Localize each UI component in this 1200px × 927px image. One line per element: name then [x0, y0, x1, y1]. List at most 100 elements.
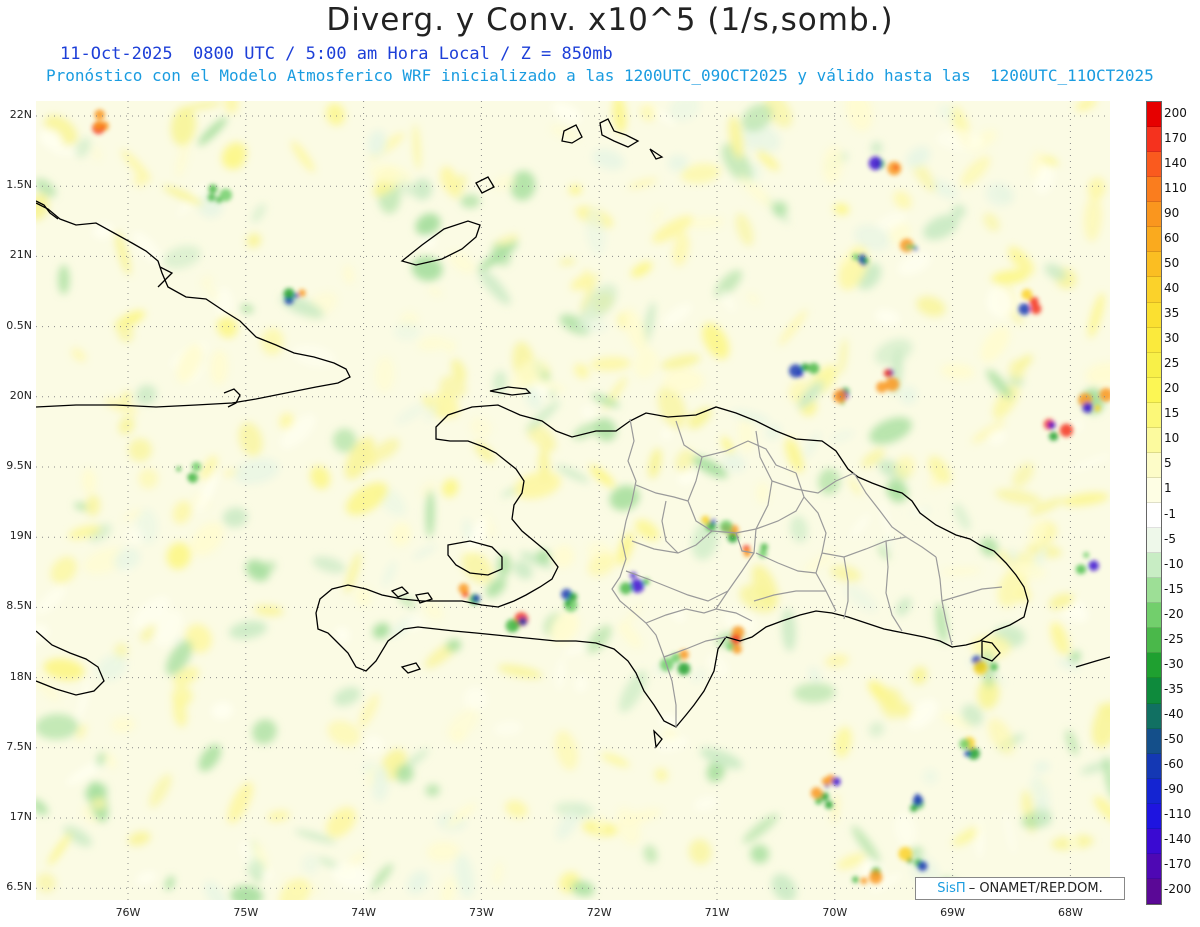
longitude-label: 69W	[940, 906, 966, 919]
latitude-label: 8.5N	[6, 599, 32, 613]
colorbar-label: -60	[1164, 757, 1184, 772]
chart-title: Diverg. y Conv. x10^5 (1/s,somb.)	[326, 2, 894, 38]
colorbar-swatch	[1147, 828, 1161, 854]
latitude-label: 18N	[9, 669, 32, 683]
puerto-rico-coast	[1075, 656, 1110, 668]
mayaguana	[475, 176, 495, 194]
colorbar-label: 200	[1164, 105, 1187, 120]
colorbar-swatch	[1147, 753, 1161, 779]
colorbar-label: -50	[1164, 732, 1184, 747]
colorbar-swatch	[1147, 728, 1161, 754]
colorbar-label: -40	[1164, 707, 1184, 722]
cuba-inlet	[157, 266, 174, 288]
longitude-label: 68W	[1057, 906, 1083, 919]
colorbar-label: 30	[1164, 331, 1180, 346]
colorbar-label: 15	[1164, 406, 1180, 421]
colorbar-label: 170	[1164, 130, 1187, 145]
caicos-3	[649, 148, 664, 160]
latitude-label: 1.5N	[6, 178, 32, 192]
colorbar-label: 50	[1164, 255, 1180, 270]
colorbar-swatch	[1147, 277, 1161, 303]
longitude-label: 73W	[468, 906, 494, 919]
colorbar-label: 1	[1164, 481, 1172, 496]
colorbar-label: -15	[1164, 581, 1184, 596]
onamet-credit-text: – ONAMET/REP.DOM.	[968, 881, 1103, 896]
colorbar-swatch	[1147, 402, 1161, 428]
divergence-field	[36, 101, 1110, 900]
latitude-label: 17N	[9, 810, 32, 823]
colorbar-swatch	[1147, 327, 1161, 353]
longitude-label: 75W	[233, 906, 259, 919]
latitude-label: 19N	[9, 529, 32, 543]
cayes-islet-2	[390, 586, 410, 598]
colorbar-label: 110	[1164, 180, 1187, 195]
credit-box: SisΠ – ONAMET/REP.DOM.	[915, 877, 1125, 900]
colorbar-label: 10	[1164, 431, 1180, 446]
colorbar-swatch	[1147, 127, 1161, 153]
latitude-label: 9.5N	[6, 459, 32, 472]
colorbar-swatch	[1147, 853, 1161, 879]
colorbar-label: -170	[1164, 857, 1192, 872]
colorbar-swatch	[1147, 653, 1161, 679]
colorbar-swatch	[1147, 603, 1161, 629]
forecast-map	[36, 101, 1110, 900]
colorbar-swatch	[1147, 553, 1161, 579]
latitude-label: 7.5N	[6, 739, 32, 753]
longitude-label: 74W	[351, 906, 377, 919]
colorbar-swatch	[1147, 678, 1161, 704]
longitude-label: 76W	[115, 906, 141, 919]
colorbar-swatch	[1147, 177, 1161, 203]
colorbar-label: -30	[1164, 656, 1184, 671]
colorbar-label: 140	[1164, 155, 1187, 170]
valid-time-subtitle: 11-Oct-2025 0800 UTC / 5:00 am Hora Loca…	[60, 44, 613, 64]
colorbar-swatch	[1147, 152, 1161, 178]
colorbar-swatch	[1147, 102, 1161, 128]
colorbar-label: 90	[1164, 205, 1180, 220]
colorbar-swatch	[1147, 227, 1161, 253]
colorbar-swatch	[1147, 528, 1161, 554]
colorbar	[1146, 101, 1162, 905]
latitude-label: 6.5N	[6, 880, 32, 894]
colorbar-swatch	[1147, 452, 1161, 478]
model-description-subtitle: Pronóstico con el Modelo Atmosferico WRF…	[46, 66, 1154, 85]
colorbar-swatch	[1147, 477, 1161, 503]
colorbar-swatch	[1147, 628, 1161, 654]
colorbar-swatch	[1147, 302, 1161, 328]
colorbar-swatch	[1147, 578, 1161, 604]
colorbar-label: 5	[1164, 456, 1172, 471]
colorbar-label: -20	[1164, 606, 1184, 621]
longitude-label: 72W	[586, 906, 612, 919]
colorbar-label: 20	[1164, 381, 1180, 396]
latitude-label: 20N	[9, 388, 32, 402]
colorbar-label: -25	[1164, 631, 1184, 646]
colorbar-swatch	[1147, 352, 1161, 378]
colorbar-swatch	[1147, 252, 1161, 278]
colorbar-swatch	[1147, 778, 1161, 804]
colorbar-label: -5	[1164, 531, 1176, 546]
colorbar-label: -140	[1164, 832, 1192, 847]
colorbar-label: -90	[1164, 782, 1184, 797]
colorbar-swatch	[1147, 377, 1161, 403]
longitude-label: 71W	[704, 906, 730, 919]
latitude-label: 22N	[9, 108, 32, 121]
colorbar-swatch	[1147, 202, 1161, 228]
colorbar-label: 60	[1164, 230, 1180, 245]
cayes-islet-1	[400, 662, 422, 674]
colorbar-swatch	[1147, 878, 1161, 904]
colorbar-label: -35	[1164, 681, 1184, 696]
latitude-label: 0.5N	[6, 318, 32, 332]
colorbar-label: -1	[1164, 506, 1176, 521]
colorbar-label: -110	[1164, 807, 1192, 822]
colorbar-swatch	[1147, 427, 1161, 453]
colorbar-label: -10	[1164, 556, 1184, 571]
colorbar-label: 40	[1164, 280, 1180, 295]
colorbar-label: 35	[1164, 306, 1180, 321]
colorbar-swatch	[1147, 703, 1161, 729]
sispi-logo-text: SisΠ	[937, 881, 966, 896]
colorbar-swatch	[1147, 803, 1161, 829]
colorbar-label: 25	[1164, 356, 1180, 371]
colorbar-swatch	[1147, 503, 1161, 529]
colorbar-label: -200	[1164, 882, 1192, 897]
latitude-label: 21N	[9, 248, 32, 262]
isla-de-la-juventud	[223, 388, 241, 408]
